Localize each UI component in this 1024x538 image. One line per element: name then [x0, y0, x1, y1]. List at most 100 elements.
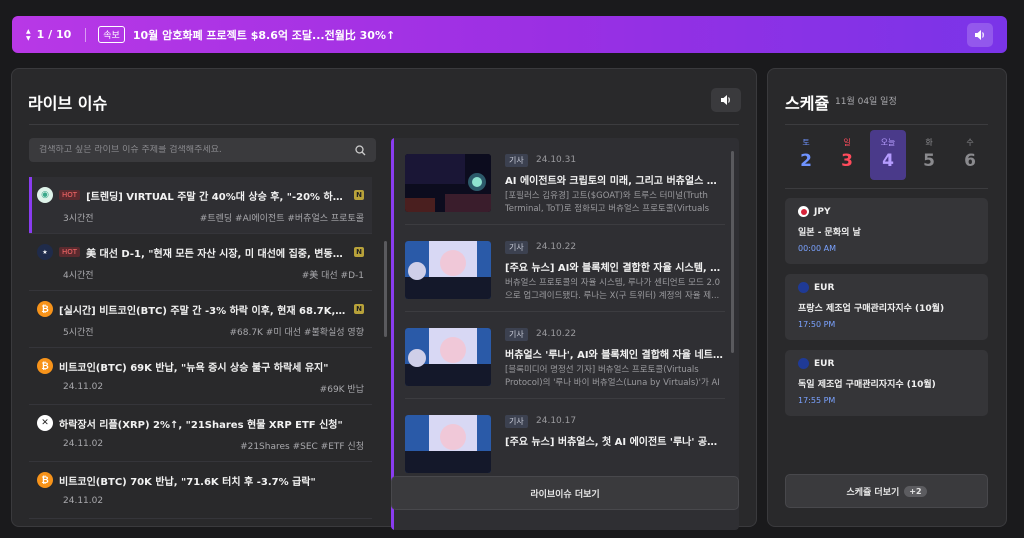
- live-issue-list[interactable]: ◉ HOT [트렌딩] VIRTUAL 주말 간 40%대 상승 후, "-20…: [29, 177, 372, 522]
- new-badge: N: [354, 304, 364, 314]
- live-issue-more-button[interactable]: 라이브이슈 더보기: [391, 476, 739, 510]
- event-time: 17:50 PM: [798, 320, 836, 329]
- list-item[interactable]: ₿ 비트코인(BTC) 69K 반납, "뉴욕 증시 상승 불구 하락세 유지"…: [29, 348, 372, 405]
- article-item[interactable]: 기사 24.10.17 [주요 뉴스] 버츄얼스, 첫 AI 에이전트 '루나'…: [405, 407, 725, 481]
- hot-badge: HOT: [59, 247, 81, 257]
- issue-title[interactable]: 美 대선 D-1, "현재 모든 자산 시장, 미 대선에 집중, 변동성 유의…: [86, 245, 348, 260]
- article-title[interactable]: [주요 뉴스] AI와 블록체인 결합한 자율 시스템, '루나 ...: [505, 259, 723, 274]
- article-divider: [405, 224, 725, 225]
- event-time: 00:00 AM: [798, 244, 836, 253]
- live-divider: [29, 124, 739, 125]
- updown-arrows-icon[interactable]: ▲ ▼: [26, 28, 31, 42]
- article-title[interactable]: 버츄얼스 '루나', AI와 블록체인 결합해 자율 네트워크 ...: [505, 346, 723, 361]
- banner-pager[interactable]: ▲ ▼ 1 / 10: [26, 28, 71, 42]
- event-title: 프랑스 제조업 구매관리자지수 (10월): [798, 304, 945, 314]
- issue-tags: #69K 반납: [319, 385, 364, 395]
- new-badge: N: [354, 190, 364, 200]
- issue-time: 4시간전: [63, 271, 94, 281]
- japan-flag-icon: [798, 206, 809, 217]
- article-type-badge: 기사: [505, 241, 528, 254]
- day-label: 수: [966, 138, 974, 147]
- bitcoin-icon: ₿: [37, 472, 53, 488]
- list-item[interactable]: ◉ HOT [트렌딩] VIRTUAL 주말 간 40%대 상승 후, "-20…: [29, 177, 372, 234]
- live-sound-button[interactable]: [711, 88, 741, 112]
- schedule-panel: 스케쥴 11월 04일 일정 토 2 일 3 오늘 4 화 5 수 6 JPY …: [767, 68, 1007, 527]
- schedule-more-button[interactable]: 스케쥴 더보기 +2: [785, 474, 988, 508]
- list-item[interactable]: ★ HOT 美 대선 D-1, "현재 모든 자산 시장, 미 대선에 집중, …: [29, 234, 372, 291]
- event-title: 일본 - 문화의 날: [798, 228, 861, 238]
- related-articles-list[interactable]: 기사 24.10.31 AI 에이전트와 크립토의 미래, 그리고 버츄얼스 프…: [391, 138, 739, 530]
- article-divider: [405, 311, 725, 312]
- live-search-input[interactable]: [39, 145, 355, 155]
- live-issue-panel: 라이브 이슈 ◉ HOT [트렌딩] VIRTUAL 주말 간 40%대 상승 …: [11, 68, 757, 530]
- list-item[interactable]: ₿ [실시간] 비트코인(BTC) 주말 간 -3% 하락 이후, 현재 68.…: [29, 291, 372, 348]
- eu-flag-icon: [798, 358, 809, 369]
- day-sun[interactable]: 일 3: [829, 130, 865, 180]
- schedule-more-label: 스케쥴 더보기: [846, 487, 900, 498]
- event-card[interactable]: EUR 프랑스 제조업 구매관리자지수 (10월) 17:50 PM: [785, 274, 988, 340]
- banner-page-counter: 1 / 10: [36, 28, 72, 41]
- day-label: 화: [925, 138, 933, 147]
- article-summary: [포필러스 김유경] 고트($GOAT)와 트루스 터미널(Truth Term…: [505, 191, 710, 214]
- article-type-badge: 기사: [505, 415, 528, 428]
- issue-tags: #트렌딩 #AI에이전트 #버츄얼스 프로토콜: [199, 214, 364, 224]
- article-thumbnail: [405, 154, 491, 212]
- list-item[interactable]: ₿ 비트코인(BTC) 70K 반납, "71.6K 터치 후 -3.7% 급락…: [29, 462, 372, 519]
- more-count-badge: +2: [904, 485, 927, 497]
- article-item[interactable]: 기사 24.10.31 AI 에이전트와 크립토의 미래, 그리고 버츄얼스 프…: [405, 146, 725, 220]
- day-selector[interactable]: 토 2 일 3 오늘 4 화 5 수 6: [788, 130, 988, 180]
- live-issue-title: 라이브 이슈: [28, 94, 108, 113]
- issue-title[interactable]: [트렌딩] VIRTUAL 주말 간 40%대 상승 후, "-20% 하락↓"…: [86, 188, 348, 203]
- issue-tags: #21Shares #SEC #ETF 신청: [240, 442, 364, 452]
- issue-tags: #美 대선 #D-1: [301, 271, 364, 281]
- article-date: 24.10.31: [536, 155, 577, 165]
- banner-sound-button[interactable]: [967, 23, 993, 47]
- article-thumbnail: [405, 328, 491, 386]
- schedule-date: 11월 04일 일정: [835, 97, 897, 107]
- article-item[interactable]: 기사 24.10.22 [주요 뉴스] AI와 블록체인 결합한 자율 시스템,…: [405, 233, 725, 307]
- list-item[interactable]: ✕ 하락장서 리플(XRP) 2%↑, "21Shares 현물 XRP ETF…: [29, 405, 372, 462]
- day-label: 오늘: [880, 138, 896, 147]
- schedule-divider: [785, 124, 988, 125]
- article-summary: 버츄얼스 프로토콜의 자율 시스템, 루나가 센티언트 모드 2.0으로 업그레…: [505, 278, 720, 301]
- day-wed[interactable]: 수 6: [952, 130, 988, 180]
- issue-list-scrollbar[interactable]: [384, 241, 387, 337]
- article-title[interactable]: [주요 뉴스] 버츄얼스, 첫 AI 에이전트 '루나' 공개 ... ...: [505, 433, 723, 448]
- issue-time: 5시간전: [63, 328, 94, 338]
- article-title[interactable]: AI 에이전트와 크립토의 미래, 그리고 버츄얼스 프로토...: [505, 172, 723, 187]
- search-icon[interactable]: [355, 144, 366, 156]
- live-search-box[interactable]: [29, 138, 376, 162]
- article-item[interactable]: 기사 24.10.22 버츄얼스 '루나', AI와 블록체인 결합해 자율 네…: [405, 320, 725, 394]
- day-label: 일: [843, 138, 851, 147]
- article-date: 24.10.17: [536, 416, 577, 426]
- xrp-icon: ✕: [37, 415, 53, 431]
- article-date: 24.10.22: [536, 242, 577, 252]
- issue-title[interactable]: 비트코인(BTC) 69K 반납, "뉴욕 증시 상승 불구 하락세 유지": [59, 359, 364, 374]
- speaker-icon: [975, 30, 984, 40]
- hot-badge: HOT: [59, 190, 81, 200]
- article-thumbnail: [405, 415, 491, 473]
- day-tue[interactable]: 화 5: [911, 130, 947, 180]
- article-date: 24.10.22: [536, 329, 577, 339]
- article-type-badge: 기사: [505, 154, 528, 167]
- event-card[interactable]: JPY 일본 - 문화의 날 00:00 AM: [785, 198, 988, 264]
- issue-title[interactable]: [실시간] 비트코인(BTC) 주말 간 -3% 하락 이후, 현재 68.7K…: [59, 302, 348, 317]
- breaking-news-banner[interactable]: ▲ ▼ 1 / 10 속보 10월 암호화폐 프로젝트 $8.6억 조달...전월…: [12, 16, 1007, 53]
- day-label: 토: [802, 138, 810, 147]
- day-today[interactable]: 오늘 4: [870, 130, 906, 180]
- event-card[interactable]: EUR 독일 제조업 구매관리자지수 (10월) 17:55 PM: [785, 350, 988, 416]
- issue-title[interactable]: 하락장서 리플(XRP) 2%↑, "21Shares 현물 XRP ETF 신…: [59, 416, 364, 431]
- schedule-title: 스케쥴: [785, 94, 830, 113]
- day-sat[interactable]: 토 2: [788, 130, 824, 180]
- event-title: 독일 제조업 구매관리자지수 (10월): [798, 380, 936, 390]
- event-currency: EUR: [814, 358, 835, 369]
- issue-time: 3시간전: [63, 214, 94, 224]
- article-list-scrollbar[interactable]: [731, 151, 734, 353]
- day-number: 3: [841, 151, 853, 171]
- issue-title[interactable]: 비트코인(BTC) 70K 반납, "71.6K 터치 후 -3.7% 급락": [59, 473, 364, 488]
- event-time: 17:55 PM: [798, 396, 836, 405]
- virtual-logo-icon: ◉: [37, 187, 53, 203]
- event-currency: JPY: [814, 206, 831, 217]
- breaking-tag: 속보: [98, 26, 125, 43]
- banner-headline[interactable]: 10월 암호화폐 프로젝트 $8.6억 조달...전월比 30%↑: [133, 27, 395, 43]
